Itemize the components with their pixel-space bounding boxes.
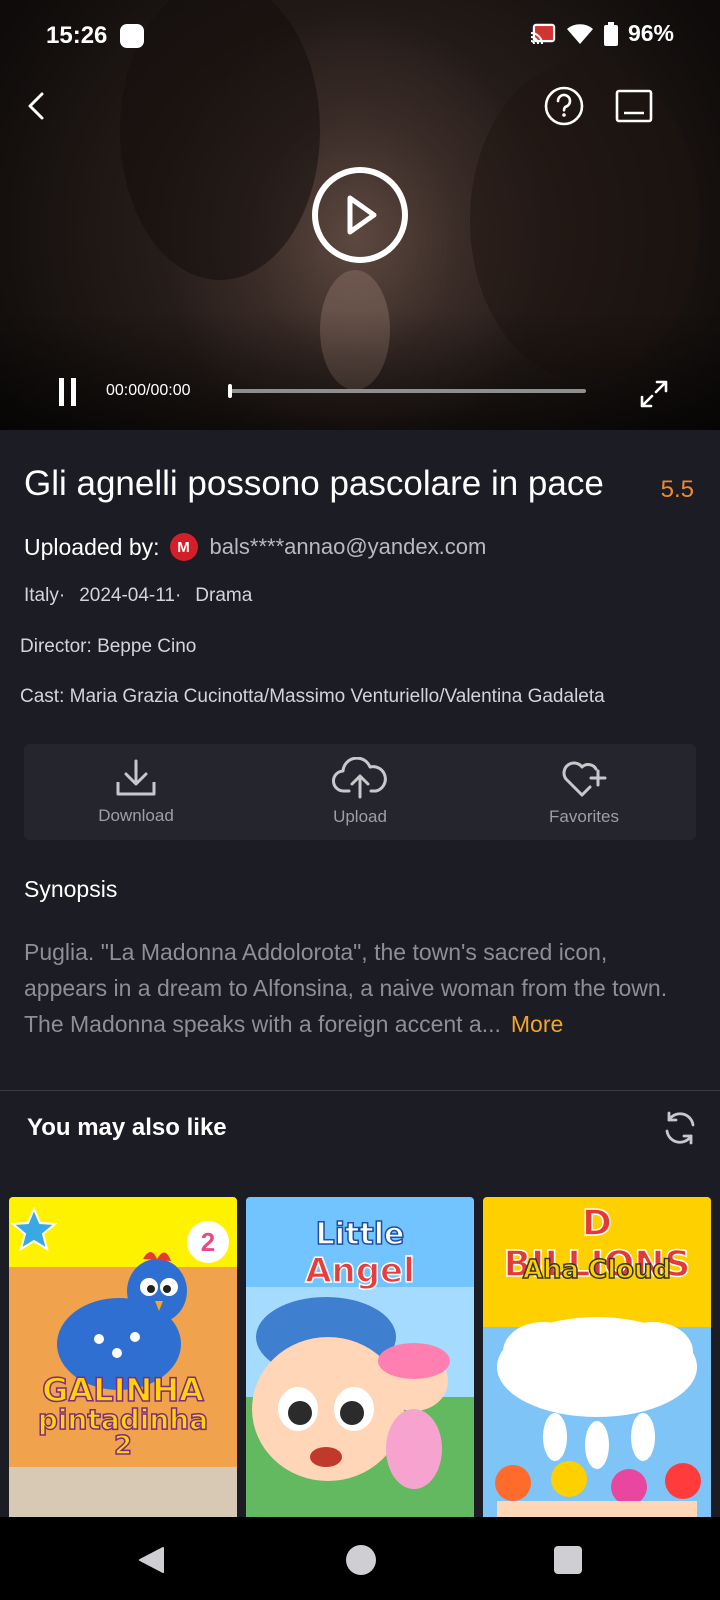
synopsis-body: Puglia. "La Madonna Addolorota", the tow… xyxy=(24,939,668,1037)
recommendations-heading: You may also like xyxy=(27,1114,227,1141)
favorites-label: Favorites xyxy=(549,807,619,826)
player-controls: 00:00/00:00 xyxy=(0,360,720,420)
action-bar: Download Upload Favorites xyxy=(24,744,696,840)
movie-meta: Italy· 2024-04-11· Drama xyxy=(24,585,252,607)
status-time: 15:26 xyxy=(46,22,108,49)
wifi-icon xyxy=(566,23,593,44)
status-icons: 96% xyxy=(530,20,674,47)
notification-icon xyxy=(120,24,144,48)
progress-bar[interactable] xyxy=(228,384,586,398)
download-icon xyxy=(116,759,156,796)
battery-icon xyxy=(603,21,618,46)
pause-icon-bar-left xyxy=(59,378,64,406)
download-button[interactable]: Download xyxy=(24,744,248,840)
nav-back-icon[interactable] xyxy=(136,1545,166,1575)
fullscreen-icon xyxy=(640,380,668,408)
help-icon xyxy=(544,86,584,126)
uploaded-by-label: Uploaded by: xyxy=(24,533,160,560)
refresh-button[interactable] xyxy=(660,1108,700,1148)
movie-date: 2024-04-11· xyxy=(79,585,182,606)
movie-cast: Cast: Maria Grazia Cucinotta/Massimo Ven… xyxy=(20,686,605,707)
battery-percent: 96% xyxy=(627,20,674,46)
recommendation-card[interactable]: D BILLIONS Aha Cloud xyxy=(483,1197,711,1517)
movie-country: Italy· xyxy=(24,585,66,606)
nav-recents-icon[interactable] xyxy=(554,1546,582,1574)
subtitles-icon xyxy=(615,89,653,123)
movie-rating: 5.5 xyxy=(660,476,694,503)
cast-icon xyxy=(530,23,556,44)
pause-button[interactable] xyxy=(56,378,80,406)
synopsis-text: Puglia. "La Madonna Addolorota", the tow… xyxy=(24,934,696,1042)
baby-illustration xyxy=(252,1297,450,1489)
upload-button[interactable]: Upload xyxy=(248,744,472,840)
recommendation-card[interactable]: 2 GALINHA pintadinha 2 xyxy=(9,1197,237,1517)
card-title-line-3: 2 xyxy=(113,1430,133,1462)
section-divider xyxy=(0,1090,720,1091)
play-icon xyxy=(347,195,377,235)
favorites-button[interactable]: Favorites xyxy=(472,744,696,840)
uploader-row: Uploaded by: M bals****annao@yandex.com xyxy=(24,531,486,563)
nav-home-icon[interactable] xyxy=(346,1545,376,1575)
movie-title: Gli agnelli possono pascolare in pace xyxy=(24,464,604,503)
help-button[interactable] xyxy=(542,84,586,128)
status-bar: 15:26 96% xyxy=(0,0,720,72)
recommendation-card[interactable]: Little Angel xyxy=(246,1197,474,1517)
card-badge-number: 2 xyxy=(200,1226,216,1257)
upload-label: Upload xyxy=(333,807,387,826)
more-link[interactable]: More xyxy=(511,1011,563,1037)
progress-thumb[interactable] xyxy=(228,384,232,398)
heart-plus-icon xyxy=(562,761,607,797)
subtitles-button[interactable] xyxy=(612,84,656,128)
movie-director: Director: Beppe Cino xyxy=(20,636,197,657)
fullscreen-button[interactable] xyxy=(634,374,674,414)
uploader-badge-letter: M xyxy=(177,538,190,556)
card-title-line-2: Angel xyxy=(304,1250,415,1292)
download-label: Download xyxy=(98,806,174,825)
card-title-line-2: Aha Cloud xyxy=(522,1254,672,1286)
system-nav-bar xyxy=(0,1517,720,1600)
cloud-upload-icon xyxy=(332,757,387,799)
chevron-left-icon xyxy=(28,92,44,120)
time-display: 00:00/00:00 xyxy=(106,382,191,399)
synopsis-heading: Synopsis xyxy=(24,876,118,902)
pause-icon-bar-right xyxy=(71,378,76,406)
movie-genre: Drama xyxy=(195,585,253,606)
card-title-line-1: Little xyxy=(315,1216,405,1253)
uploader-email[interactable]: bals****annao@yandex.com xyxy=(210,534,487,560)
play-button[interactable] xyxy=(312,167,408,263)
back-button[interactable] xyxy=(14,84,58,128)
cloud-illustration xyxy=(495,1317,701,1517)
refresh-icon xyxy=(665,1111,695,1145)
star-icon xyxy=(11,1207,57,1252)
video-player[interactable]: 15:26 96% 00:00/00:00 xyxy=(0,0,720,430)
recommendations-row: 2 GALINHA pintadinha 2 Little Angel D BI… xyxy=(9,1197,711,1517)
uploader-avatar[interactable]: M xyxy=(169,533,198,561)
